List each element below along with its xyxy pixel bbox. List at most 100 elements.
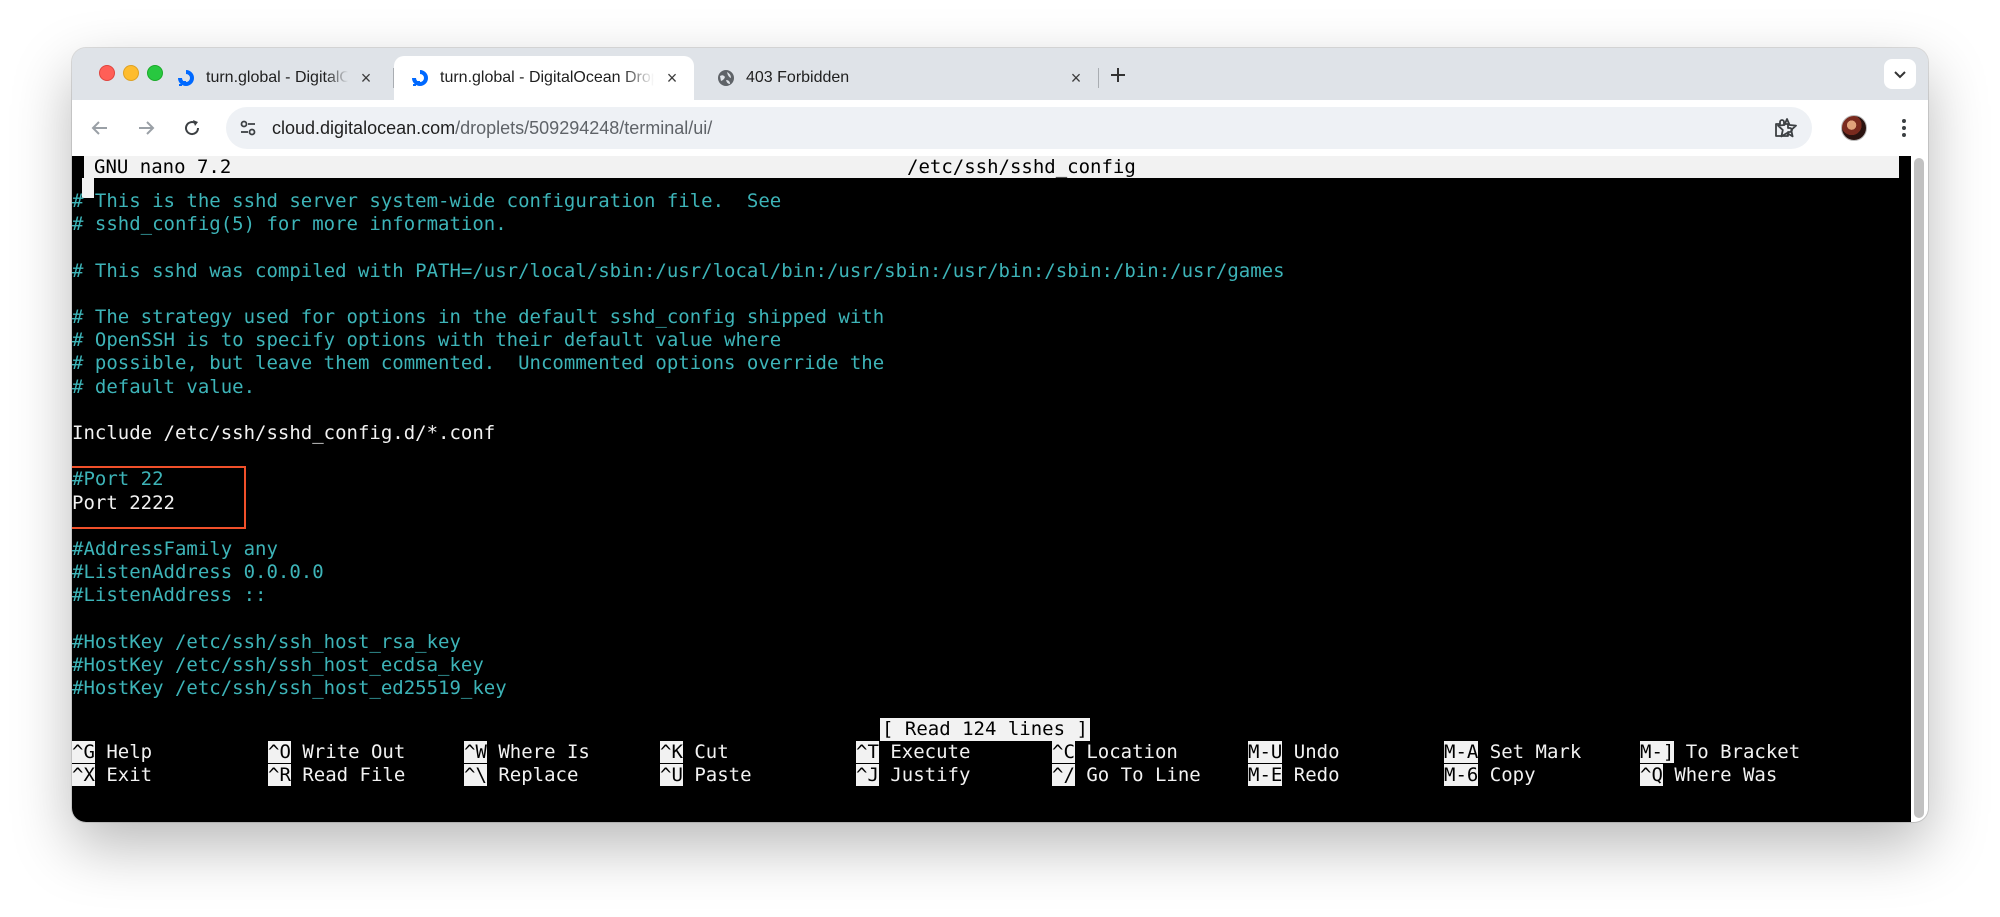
tab-turn-global-digitalocean[interactable]: turn.global - DigitalOcean × (160, 56, 388, 100)
editor-line: #AddressFamily any (72, 538, 278, 560)
editor-line: #HostKey /etc/ssh/ssh_host_ed25519_key (72, 677, 507, 700)
tab-title: turn.global - DigitalOcean (206, 69, 348, 86)
shortcut-label: Justify (890, 764, 971, 786)
shortcut-label: Set Mark (1489, 741, 1582, 763)
tab-title: 403 Forbidden (746, 69, 850, 86)
url-path: /droplets/509294248/terminal/ui/ (455, 118, 713, 138)
shortcut-undo: M-U Undo (1248, 741, 1340, 764)
close-window-button[interactable] (99, 65, 115, 81)
shortcut-label: Help (106, 741, 153, 763)
digitalocean-icon (176, 68, 196, 88)
shortcut-to-bracket: M-] To Bracket (1640, 741, 1800, 764)
editor-line: # default value. (72, 375, 256, 398)
arrow-left-icon (91, 121, 107, 135)
shortcut-key: ^X (72, 764, 95, 786)
shortcut-write-out: ^O Write Out (268, 741, 405, 764)
editor-line: # The strategy used for options in the d… (72, 306, 885, 328)
tab-strip: turn.global - DigitalOcean × turn.global… (72, 48, 1928, 100)
shortcut-cut: ^K Cut (660, 741, 729, 764)
reload-button[interactable] (176, 112, 208, 144)
shortcut-label: To Bracket (1685, 741, 1801, 763)
digitalocean-icon (410, 68, 430, 88)
shortcut-redo: M-E Redo (1248, 764, 1340, 787)
shortcut-label: Read File (302, 764, 406, 786)
shortcut-key: ^C (1052, 741, 1075, 763)
reload-icon (185, 120, 200, 136)
shortcut-label: Where Is (498, 741, 590, 763)
shortcut-help: ^G Help (72, 741, 152, 764)
extensions-button[interactable] (1767, 112, 1799, 144)
shortcut-key: ^K (660, 741, 683, 763)
shortcut-where-is: ^W Where Is (464, 741, 590, 764)
profile-avatar[interactable] (1841, 115, 1867, 141)
editor-line: #ListenAddress 0.0.0.0 (72, 561, 324, 584)
globe-icon (716, 68, 736, 88)
shortcut-key: ^\ (464, 764, 487, 786)
browser-window: turn.global - DigitalOcean × turn.global… (72, 48, 1928, 822)
close-icon[interactable]: × (1066, 68, 1086, 88)
puzzle-icon (1775, 119, 1793, 137)
tab-search-button[interactable] (1884, 59, 1916, 89)
editor-line: # possible, but leave them commented. Un… (72, 352, 885, 375)
shortcut-justify: ^J Justify (856, 764, 970, 787)
back-button[interactable] (84, 112, 116, 144)
close-icon[interactable]: × (356, 68, 376, 88)
shortcut-label: Where Was (1674, 764, 1778, 786)
shortcut-label: Execute (890, 741, 971, 763)
shortcut-key: ^G (72, 741, 95, 763)
more-vertical-icon (1902, 119, 1906, 137)
scrollbar-thumb[interactable] (1914, 158, 1924, 818)
terminal-viewport[interactable]: GNU nano 7.2 /etc/ssh/sshd_config # This… (72, 156, 1911, 822)
nano-version: GNU nano 7.2 (94, 156, 232, 178)
browser-toolbar: cloud.digitalocean.com/droplets/50929424… (72, 100, 1928, 156)
editor-line: Include /etc/ssh/sshd_config.d/*.conf (72, 422, 496, 444)
tab-turn-global-droplet[interactable]: turn.global - DigitalOcean Droplet × (394, 56, 694, 100)
arrow-right-icon (139, 121, 155, 135)
shortcut-label: Undo (1293, 741, 1340, 763)
close-icon[interactable]: × (662, 68, 682, 88)
shortcut-replace: ^\ Replace (464, 764, 578, 787)
shortcut-exit: ^X Exit (72, 764, 152, 787)
shortcut-location: ^C Location (1052, 741, 1178, 764)
new-tab-button[interactable] (1104, 61, 1132, 89)
editor-line: # This sshd was compiled with PATH=/usr/… (72, 259, 1285, 282)
plus-icon (1111, 68, 1125, 82)
shortcut-key: M-] (1640, 741, 1675, 763)
nano-filename: /etc/ssh/sshd_config (907, 156, 1136, 178)
minimize-window-button[interactable] (123, 65, 139, 81)
chevron-down-icon (1894, 71, 1906, 79)
shortcut-key: ^O (268, 741, 291, 763)
shortcut-key: ^/ (1052, 764, 1075, 786)
forward-button[interactable] (130, 112, 162, 144)
port-highlight-box (72, 466, 246, 529)
terminal-scrollbar[interactable] (1911, 156, 1928, 822)
shortcut-label: Go To Line (1086, 764, 1201, 786)
tab-title: turn.global - DigitalOcean Droplet (440, 69, 654, 86)
site-settings-icon[interactable] (238, 118, 258, 138)
browser-menu-button[interactable] (1888, 112, 1920, 144)
editor-line: # OpenSSH is to specify options with the… (72, 329, 782, 352)
shortcut-key: M-E (1248, 764, 1283, 786)
shortcut-key: M-U (1248, 741, 1283, 763)
shortcut-key: M-6 (1444, 764, 1479, 786)
shortcut-paste: ^U Paste (660, 764, 752, 787)
shortcut-where-was: ^Q Where Was (1640, 764, 1777, 787)
shortcut-key: ^R (268, 764, 291, 786)
address-bar[interactable]: cloud.digitalocean.com/droplets/50929424… (226, 107, 1812, 149)
shortcut-label: Exit (106, 764, 153, 786)
shortcut-key: ^U (660, 764, 683, 786)
shortcut-label: Copy (1489, 764, 1536, 786)
shortcut-label: Write Out (302, 741, 406, 763)
editor-line: #HostKey /etc/ssh/ssh_host_ecdsa_key (72, 654, 484, 676)
shortcut-label: Location (1086, 741, 1178, 763)
shortcut-copy: M-6 Copy (1444, 764, 1536, 787)
editor-line: # sshd_config(5) for more information. (72, 213, 507, 236)
url-text: cloud.digitalocean.com/droplets/50929424… (272, 107, 712, 149)
tab-separator (1098, 68, 1099, 88)
shortcut-go-to-line: ^/ Go To Line (1052, 764, 1201, 787)
editor-line: # This is the sshd server system-wide co… (72, 190, 782, 212)
shortcut-read-file: ^R Read File (268, 764, 405, 787)
tab-403-forbidden[interactable]: 403 Forbidden × (700, 56, 1098, 100)
shortcut-label: Cut (694, 741, 729, 763)
shortcut-key: ^T (856, 741, 879, 763)
